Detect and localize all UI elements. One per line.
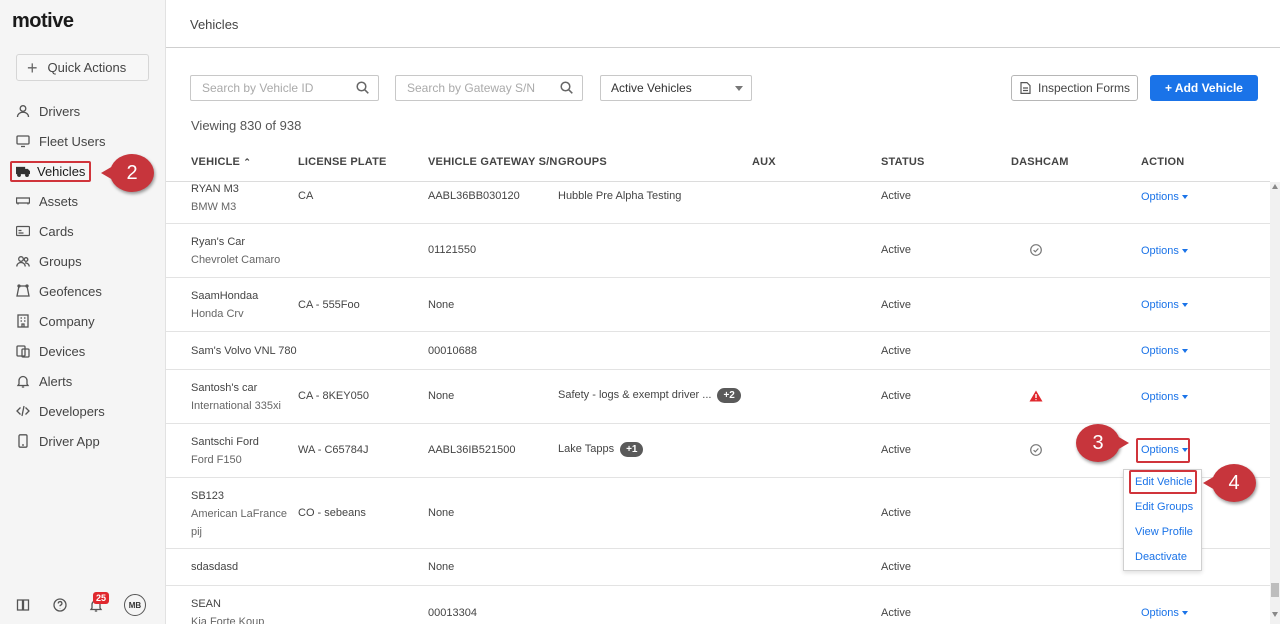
trailer-icon	[16, 197, 30, 205]
sidebar-item-geofences[interactable]: Geofences	[0, 276, 166, 306]
col-header-action: ACTION	[1141, 156, 1185, 168]
quick-actions-button[interactable]: + Quick Actions	[16, 54, 149, 81]
add-vehicle-button[interactable]: + Add Vehicle	[1150, 75, 1258, 101]
book-icon[interactable]	[16, 598, 32, 614]
viewing-count: Viewing 830 of 938	[191, 118, 302, 133]
vehicle-filter-select[interactable]: Active Vehicles	[600, 75, 752, 101]
options-dropdown[interactable]: Options	[1141, 607, 1188, 619]
scroll-down-icon[interactable]	[1272, 612, 1278, 617]
sidebar-item-devices[interactable]: Devices	[0, 336, 166, 366]
options-highlight-box	[1136, 438, 1190, 463]
col-header-license[interactable]: LICENSE PLATE	[298, 156, 387, 168]
devices-icon	[16, 345, 30, 358]
table-row: sdasdasd None Active	[166, 549, 1270, 586]
table-row: SB123 American LaFrance pij CO - sebeans N…	[166, 478, 1270, 549]
card-icon	[16, 225, 30, 237]
table-row: Ryan's Car Chevrolet Camaro 01121550 Acti…	[166, 224, 1270, 278]
dashcam-check-icon	[1030, 244, 1042, 259]
table-row: RYAN M3 BMW M3 CA AABL36BB030120 Hubble P…	[166, 182, 1270, 224]
col-header-aux[interactable]: AUX	[752, 156, 776, 168]
help-icon[interactable]	[53, 598, 69, 614]
plus-icon: +	[27, 57, 38, 78]
sidebar: motive + Quick Actions Drivers Fleet Use…	[0, 0, 166, 624]
person-icon	[16, 105, 30, 118]
sidebar-item-developers[interactable]: Developers	[0, 396, 166, 426]
edit-vehicle-highlight-box	[1129, 470, 1197, 494]
table-row: SaamHondaa Honda Crv CA - 555Foo None Act…	[166, 278, 1270, 332]
monitor-icon	[16, 135, 30, 148]
search-icon	[356, 81, 369, 94]
options-dropdown[interactable]: Options	[1141, 391, 1188, 403]
dashcam-check-icon	[1030, 444, 1042, 459]
group-icon	[16, 256, 30, 267]
options-dropdown[interactable]: Options	[1141, 245, 1188, 257]
menu-item-view-profile[interactable]: View Profile	[1135, 526, 1193, 538]
avatar[interactable]: MB	[124, 594, 146, 616]
col-header-status[interactable]: STATUS	[881, 156, 925, 168]
menu-item-deactivate[interactable]: Deactivate	[1135, 551, 1187, 563]
table-row: SEAN Kia Forte Koup 00013304 Active Optio…	[166, 586, 1270, 624]
options-dropdown[interactable]: Options	[1141, 299, 1188, 311]
callout-3: 3	[1076, 424, 1129, 462]
search-icon	[560, 81, 573, 94]
geofence-icon	[16, 284, 30, 297]
menu-item-edit-groups[interactable]: Edit Groups	[1135, 501, 1193, 513]
phone-icon	[18, 434, 28, 448]
bell-icon	[16, 375, 30, 388]
scrollbar-thumb[interactable]	[1271, 583, 1279, 597]
quick-actions-label: Quick Actions	[47, 60, 127, 75]
search-gateway-input[interactable]: Search by Gateway S/N	[395, 75, 583, 101]
sidebar-item-groups[interactable]: Groups	[0, 246, 166, 276]
sidebar-item-drivers[interactable]: Drivers	[0, 96, 166, 126]
code-icon	[16, 405, 30, 417]
table-row: Sam's Volvo VNL 780 00010688 Active Opti…	[166, 332, 1270, 370]
col-header-gateway[interactable]: VEHICLE GATEWAY S/N	[428, 156, 558, 168]
sidebar-item-fleet-users[interactable]: Fleet Users	[0, 126, 166, 156]
sidebar-item-company[interactable]: Company	[0, 306, 166, 336]
building-icon	[17, 314, 29, 328]
sidebar-item-assets[interactable]: Assets	[0, 186, 166, 216]
callout-2: 2	[101, 154, 154, 192]
options-dropdown[interactable]: Options	[1141, 191, 1188, 203]
col-header-vehicle[interactable]: VEHICLE ⌃	[191, 156, 251, 168]
truck-icon	[16, 166, 30, 177]
sidebar-item-alerts[interactable]: Alerts	[0, 366, 166, 396]
sidebar-footer: 25 MB	[0, 592, 166, 620]
sidebar-item-cards[interactable]: Cards	[0, 216, 166, 246]
scrollbar-track[interactable]	[1270, 182, 1280, 624]
groups-more-badge[interactable]: +1	[620, 442, 644, 457]
table-row: Santosh's car International 335xi CA - 8K…	[166, 370, 1270, 424]
inspection-forms-button[interactable]: Inspection Forms	[1011, 75, 1138, 101]
scroll-up-icon[interactable]	[1272, 184, 1278, 189]
chevron-down-icon	[735, 86, 743, 91]
options-dropdown[interactable]: Options	[1141, 345, 1188, 357]
notification-badge: 25	[93, 592, 110, 604]
callout-4: 4	[1203, 464, 1256, 502]
document-icon	[1020, 82, 1031, 94]
sidebar-nav: Drivers Fleet Users Vehicles Assets Card…	[0, 96, 166, 456]
dashcam-warning-icon	[1029, 390, 1043, 405]
col-header-dashcam[interactable]: DASHCAM	[1011, 156, 1069, 168]
vehicles-highlight-box: Vehicles	[10, 160, 92, 182]
search-vehicle-input[interactable]: Search by Vehicle ID	[190, 75, 379, 101]
sort-up-icon: ⌃	[243, 157, 252, 167]
motive-logo[interactable]: motive	[12, 10, 74, 33]
groups-more-badge[interactable]: +2	[717, 388, 741, 403]
sidebar-item-driver-app[interactable]: Driver App	[0, 426, 166, 456]
page-title: Vehicles	[190, 17, 239, 32]
col-header-groups[interactable]: GROUPS	[558, 156, 607, 168]
page-header: Vehicles	[166, 0, 1280, 48]
